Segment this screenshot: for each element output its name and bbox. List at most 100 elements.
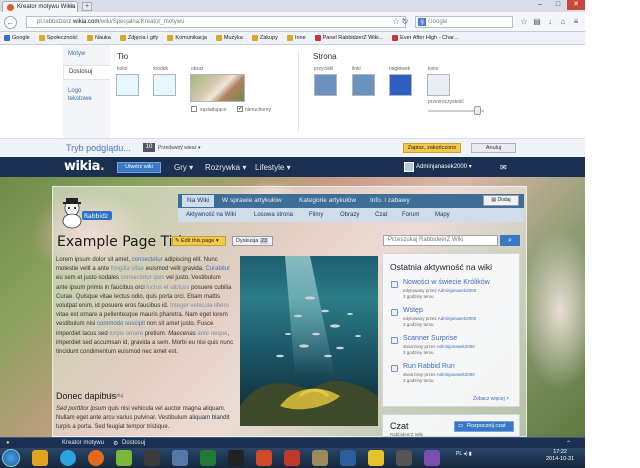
bookmark-folder[interactable]: Komunikacja [167,35,207,41]
close-tab-icon[interactable]: ✕ [69,3,74,10]
download-icon[interactable]: ↓ [546,18,554,26]
subtab-videos[interactable]: Filmy [309,212,323,218]
preview-dropdown[interactable]: Przedawny wiesz ▾ [158,145,201,151]
app-icon[interactable] [340,450,356,466]
bookmark-panel[interactable]: Panel RabbidzerZ Wiki... [314,35,383,41]
bookmark-google[interactable]: Google [4,35,30,41]
wiki-search-input[interactable]: Przeszukaj RabbideerZ Wiki [383,235,498,246]
app-icon[interactable] [284,450,300,466]
cancel-button[interactable]: Anuluj [471,143,516,153]
transparency-slider-handle[interactable] [474,106,481,115]
app-icon[interactable] [396,450,412,466]
address-bar[interactable]: pl.rabbidzerz.wikia.com/wiki/Specjalna:K… [26,16,406,28]
star-bookmark-icon[interactable]: ☆ [520,18,528,26]
activity-item-title[interactable]: Wstęp [403,307,423,314]
tab-customize[interactable]: Dostosuj [63,65,110,80]
edit-button[interactable]: ✎ Edit this page ▾ [172,236,226,246]
fixed-checkbox[interactable]: ✓ [237,106,243,112]
bookmark-folder[interactable]: Zdjęcia i gify [119,35,158,41]
subtab-images[interactable]: Obrazy [340,212,359,218]
header-color-swatch[interactable] [389,74,412,96]
language-indicator[interactable]: PL [456,451,462,457]
article-link[interactable]: Sed porttitor ipsum [56,406,106,412]
firefox-icon[interactable] [88,450,104,466]
wiki-search-button[interactable]: ⌕ [500,235,520,246]
speaker-icon[interactable]: ◂) [463,451,467,457]
refresh-icon[interactable]: ↻ [401,18,409,26]
clipboard-icon[interactable]: ▤ [533,18,541,26]
skype-icon[interactable] [60,450,76,466]
star-icon[interactable]: ☆ [392,18,400,26]
username-menu[interactable]: Adminjanasek2000 ▾ [416,163,472,170]
activity-user-link[interactable]: Adminjanasek2000 [438,288,476,293]
browser-tab[interactable]: Kreator motywu Wikia ✕ [2,1,78,12]
bookmark-folder[interactable]: Społeczność [38,35,78,41]
bg-color-swatch[interactable] [116,74,139,96]
gear-icon[interactable]: ⚙ [113,440,118,447]
new-tab-button[interactable]: + [82,2,92,11]
close-window-icon[interactable]: ✕ [567,0,585,10]
subtab-activity[interactable]: Aktywność na Wiki [186,212,236,218]
search-input[interactable]: g Google [415,16,513,28]
bookmark-folder[interactable]: Inne [286,35,306,41]
tab-categories[interactable]: Kategorie artykułów [299,197,356,204]
activity-item-title[interactable]: Nowości w świecie Królików [403,279,490,286]
toolbar-theme-designer[interactable]: Kreator motywu [62,440,104,446]
article-link[interactable]: consectetur [132,257,163,263]
app-icon[interactable] [200,450,216,466]
article-link[interactable]: auctor magna [164,406,201,412]
app-icon[interactable] [424,450,440,466]
bookmark-folder[interactable]: Muzyka [215,35,243,41]
start-wiki-button[interactable]: Utwórz wiki [117,162,161,173]
subtab-chat[interactable]: Czat [375,212,387,218]
back-icon[interactable]: ← [4,16,17,29]
bookmark-folder[interactable]: Zakupy [251,35,278,41]
article-link[interactable]: luctus et ultrices [146,285,189,291]
app-icon[interactable] [312,450,328,466]
start-chat-button[interactable]: ▭ Rozpocznij czat [454,421,514,432]
nav-lifestyle[interactable]: Lifestyle ▾ [255,163,291,172]
section-edit-link[interactable]: ✎Edytuj [105,393,123,399]
article-link[interactable]: consectetur quis [121,275,165,281]
app-icon[interactable] [144,450,160,466]
links-color-swatch[interactable] [352,74,375,96]
nav-games[interactable]: Gry ▾ [174,163,193,172]
tab-wordmark[interactable]: Logo tekstowe [63,87,103,103]
buttons-color-swatch[interactable] [314,74,337,96]
activity-user-link[interactable]: Adminjanasek2000 [437,344,475,349]
activity-user-link[interactable]: Adminjanasek2000 [437,372,475,377]
tile-checkbox[interactable] [191,106,197,112]
activity-item-title[interactable]: Scanner Surprise [403,335,457,342]
article-link[interactable]: Curabitur [205,266,230,272]
network-icon[interactable]: ▮ [469,451,472,457]
bg-middle-swatch[interactable] [153,74,176,96]
tab-info[interactable]: Info. i zabawy [370,197,410,204]
start-button[interactable] [2,449,20,467]
app-icon[interactable] [256,450,272,466]
article-link[interactable]: ante neque [197,331,227,337]
toolbar-customize[interactable]: Dostosuj [122,440,145,446]
tab-on-wiki[interactable]: Na Wiki [182,195,215,207]
activity-item-title[interactable]: Run Rabbid Run [403,363,455,370]
bookmark-folder[interactable]: Nauka [86,35,111,41]
add-button[interactable]: ▤ Dodaj [483,195,519,206]
bg-image-thumbnail[interactable] [190,74,245,102]
article-link[interactable]: Integer vehicula libero [170,303,229,309]
subtab-random[interactable]: Losowa strona [254,212,293,218]
activity-user-link[interactable]: Adminjanasek2000 [438,316,476,321]
tab-articles[interactable]: W sprawie artykułów [222,197,282,204]
bookmark-eah[interactable]: Ever After High - Char... [392,35,458,41]
see-more-link[interactable]: Zobacz więcej > [473,396,509,402]
app-icon[interactable] [368,450,384,466]
article-link[interactable]: varius [116,415,132,421]
menu-icon[interactable]: ≡ [572,18,580,26]
tab-theme[interactable]: Motyw [63,51,110,57]
wiki-logo[interactable]: Rabbidz [56,196,114,230]
home-icon[interactable]: ⌂ [559,18,567,26]
article-image[interactable] [240,256,378,426]
collapse-icon[interactable]: ⌃ [566,440,571,447]
folder-taskbar-icon[interactable] [32,450,48,466]
talk-button[interactable]: Dyskusja 23 [232,236,273,246]
article-link[interactable]: commodo suscipit [97,321,145,327]
clock[interactable]: 17:22 2014-10-31 [546,449,574,463]
